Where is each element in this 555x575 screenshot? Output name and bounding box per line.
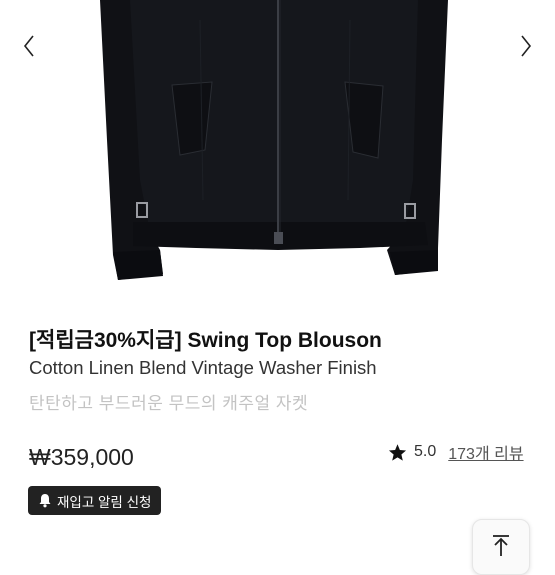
bell-icon	[38, 493, 52, 508]
chevron-right-icon	[521, 35, 532, 57]
next-image-button[interactable]	[511, 28, 541, 64]
scroll-to-top-button[interactable]	[472, 519, 530, 575]
rating-summary: 5.0 173개 리뷰	[388, 440, 524, 464]
product-price: ₩359,000	[29, 444, 134, 470]
star-icon	[388, 443, 407, 461]
prev-image-button[interactable]	[14, 28, 44, 64]
restock-alert-label: 재입고 알림 신청	[57, 494, 152, 510]
product-subtitle: Cotton Linen Blend Vintage Washer Finish	[29, 357, 377, 378]
reviews-link[interactable]: 173개 리뷰	[448, 440, 523, 464]
rating-score: 5.0	[414, 443, 437, 460]
chevron-left-icon	[23, 35, 34, 57]
product-image-gallery[interactable]	[0, 0, 555, 300]
product-description: 탄탄하고 부드러운 무드의 캐주얼 자켓	[29, 394, 309, 413]
product-title: [적립금30%지급] Swing Top Blouson	[29, 329, 382, 352]
product-image	[100, 0, 448, 280]
arrow-up-to-top-icon	[493, 535, 509, 556]
restock-alert-button[interactable]: 재입고 알림 신청	[28, 486, 162, 515]
